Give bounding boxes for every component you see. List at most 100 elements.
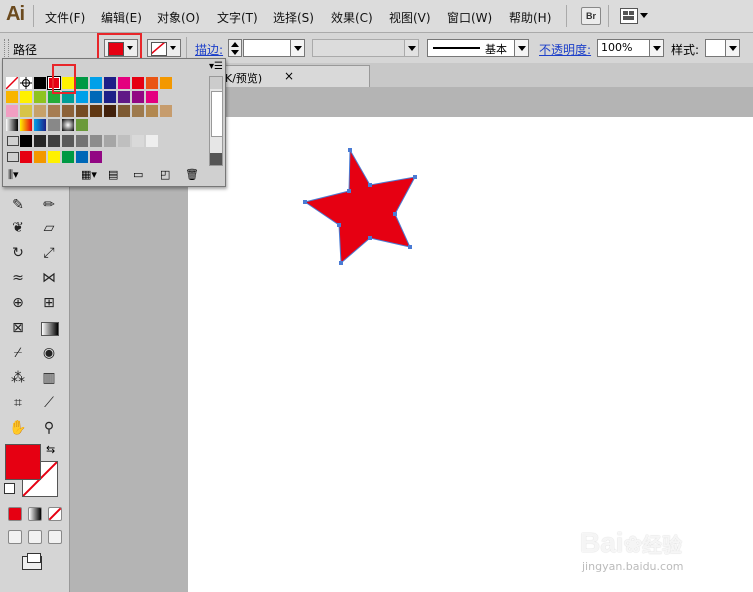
color-swatch[interactable] bbox=[104, 91, 116, 103]
zoom-icon[interactable]: ⚲ bbox=[38, 418, 60, 438]
color-swatch[interactable] bbox=[76, 105, 88, 117]
menu-edit[interactable]: 编辑(E) bbox=[101, 9, 142, 26]
stroke-weight-field[interactable] bbox=[243, 39, 305, 57]
swap-fill-stroke-icon[interactable]: ⇆ bbox=[46, 443, 55, 456]
trash-icon[interactable]: 🗑 bbox=[185, 168, 199, 181]
color-swatch[interactable] bbox=[104, 77, 116, 89]
eraser-icon[interactable]: ▱ bbox=[38, 218, 60, 238]
menu-help[interactable]: 帮助(H) bbox=[509, 9, 551, 26]
close-icon[interactable]: × bbox=[284, 69, 294, 83]
swatches-scrollbar[interactable] bbox=[209, 76, 223, 166]
color-swatch[interactable] bbox=[90, 135, 102, 147]
pattern-swatch[interactable] bbox=[48, 119, 60, 131]
artboard-tool-icon[interactable]: ⌗ bbox=[7, 393, 29, 413]
color-swatch[interactable] bbox=[20, 91, 32, 103]
slice-icon[interactable]: ⟋ bbox=[38, 393, 60, 413]
color-swatch[interactable] bbox=[132, 135, 144, 147]
color-swatch[interactable] bbox=[160, 77, 172, 89]
menu-window[interactable]: 窗口(W) bbox=[447, 9, 492, 26]
star-shape[interactable] bbox=[300, 145, 420, 267]
color-swatch[interactable] bbox=[20, 105, 32, 117]
free-transform-icon[interactable]: ⋈ bbox=[38, 268, 60, 288]
color-swatch[interactable] bbox=[90, 151, 102, 163]
color-swatch[interactable] bbox=[76, 91, 88, 103]
gradient-swatch[interactable] bbox=[34, 119, 46, 131]
color-swatch[interactable] bbox=[20, 135, 32, 147]
color-swatch[interactable] bbox=[118, 77, 130, 89]
color-swatch[interactable] bbox=[34, 151, 46, 163]
color-swatch[interactable] bbox=[48, 151, 60, 163]
graphic-style-dropdown[interactable] bbox=[705, 39, 740, 57]
gradient-icon[interactable] bbox=[41, 322, 59, 336]
menu-effect[interactable]: 效果(C) bbox=[331, 9, 373, 26]
brush-definition-dropdown[interactable]: 基本 bbox=[427, 39, 529, 57]
gradient-swatch[interactable] bbox=[6, 119, 18, 131]
color-swatch[interactable] bbox=[34, 77, 46, 89]
color-swatch[interactable] bbox=[62, 135, 74, 147]
show-swatch-kinds-icon[interactable]: ▦▾ bbox=[81, 168, 97, 181]
artboard[interactable] bbox=[188, 117, 753, 592]
none-swatch[interactable] bbox=[5, 76, 19, 90]
blend-icon[interactable]: ◉ bbox=[38, 343, 60, 363]
draw-behind-icon[interactable] bbox=[28, 530, 42, 544]
arrange-documents-icon[interactable] bbox=[620, 8, 638, 24]
document-tab[interactable]: K/预览) × bbox=[220, 65, 370, 88]
swatch-options-icon[interactable]: ▤ bbox=[108, 168, 118, 181]
color-mode-button[interactable] bbox=[8, 507, 22, 521]
pattern-swatch[interactable] bbox=[76, 119, 88, 131]
menu-type[interactable]: 文字(T) bbox=[217, 9, 258, 26]
gradient-swatch[interactable] bbox=[20, 119, 32, 131]
color-swatch[interactable] bbox=[90, 77, 102, 89]
menu-file[interactable]: 文件(F) bbox=[45, 9, 85, 26]
color-swatch[interactable] bbox=[104, 135, 116, 147]
color-swatch[interactable] bbox=[20, 151, 32, 163]
color-swatch[interactable] bbox=[34, 135, 46, 147]
width-tool-icon[interactable]: ≈ bbox=[7, 268, 29, 288]
pattern-swatch[interactable] bbox=[62, 119, 74, 131]
color-swatch[interactable] bbox=[48, 105, 60, 117]
mesh-icon[interactable]: ⊠ bbox=[7, 318, 29, 338]
color-swatch[interactable] bbox=[146, 77, 158, 89]
menu-select[interactable]: 选择(S) bbox=[273, 9, 314, 26]
color-swatch[interactable] bbox=[34, 91, 46, 103]
grip-handle[interactable] bbox=[4, 39, 9, 57]
menu-view[interactable]: 视图(V) bbox=[389, 9, 431, 26]
chevron-down-icon[interactable] bbox=[640, 13, 648, 18]
color-swatch[interactable] bbox=[118, 135, 130, 147]
screen-mode-icon[interactable] bbox=[22, 553, 42, 570]
registration-swatch[interactable] bbox=[20, 77, 32, 89]
perspective-grid-icon[interactable]: ⊞ bbox=[38, 293, 60, 313]
opacity-field[interactable]: 100% bbox=[597, 39, 664, 57]
opacity-label-link[interactable]: 不透明度: bbox=[539, 41, 591, 58]
color-swatch[interactable] bbox=[104, 105, 116, 117]
color-swatch[interactable] bbox=[62, 105, 74, 117]
color-swatch[interactable] bbox=[6, 105, 18, 117]
color-swatch[interactable] bbox=[76, 151, 88, 163]
rotate-icon[interactable]: ↻ bbox=[7, 243, 29, 263]
hand-icon[interactable]: ✋ bbox=[7, 418, 29, 438]
color-swatch[interactable] bbox=[132, 105, 144, 117]
paintbrush-icon[interactable]: ✎ bbox=[7, 195, 29, 215]
symbol-sprayer-icon[interactable]: ⁂ bbox=[7, 368, 29, 388]
color-swatch[interactable] bbox=[48, 135, 60, 147]
shape-builder-icon[interactable]: ⊕ bbox=[7, 293, 29, 313]
color-swatch[interactable] bbox=[76, 135, 88, 147]
stroke-color-dropdown[interactable] bbox=[147, 39, 181, 57]
stroke-weight-stepper[interactable] bbox=[228, 39, 242, 57]
color-swatch[interactable] bbox=[90, 105, 102, 117]
bridge-button[interactable]: Br bbox=[581, 7, 601, 25]
gradient-mode-button[interactable] bbox=[28, 507, 42, 521]
panel-menu-icon[interactable]: ▾☰ bbox=[209, 61, 223, 72]
none-mode-button[interactable] bbox=[48, 507, 62, 521]
new-swatch-icon[interactable]: ◰ bbox=[160, 168, 170, 181]
default-colors-icon[interactable] bbox=[4, 483, 15, 494]
variable-width-profile-dropdown[interactable] bbox=[312, 39, 419, 57]
color-swatch[interactable] bbox=[146, 91, 158, 103]
color-swatch[interactable] bbox=[160, 105, 172, 117]
draw-normal-icon[interactable] bbox=[8, 530, 22, 544]
pencil-icon[interactable]: ✏ bbox=[38, 195, 60, 215]
color-swatch[interactable] bbox=[132, 91, 144, 103]
column-graph-icon[interactable]: ▥ bbox=[38, 368, 60, 388]
color-swatch[interactable] bbox=[6, 91, 18, 103]
blob-brush-icon[interactable]: ❦ bbox=[7, 218, 29, 238]
